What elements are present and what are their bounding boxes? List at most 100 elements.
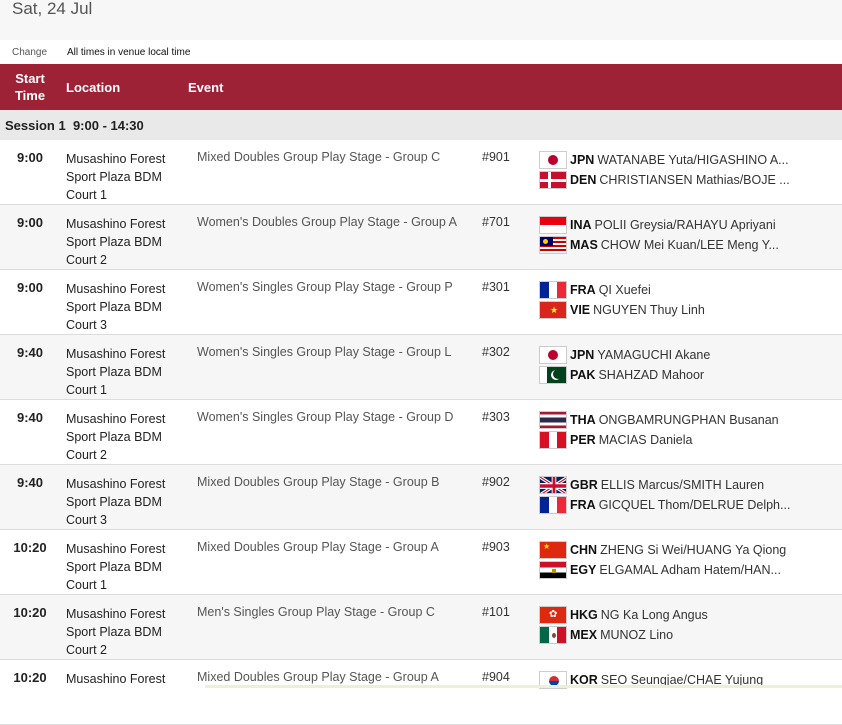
noc-code: PAK [570, 368, 596, 382]
event-code: #901 [482, 150, 510, 164]
location: Musashino Forest Sport Plaza BDM Court 1 [66, 150, 191, 204]
competitors: ★ CHN ZHENG Si Wei/HUANG Ya Qiong EGY EL… [539, 540, 786, 580]
competitor[interactable]: FRA GICQUEL Thom/DELRUE Delph... [539, 495, 790, 515]
session-label: Session 1 [5, 117, 66, 133]
pak-flag-icon [539, 366, 567, 384]
competitor[interactable]: DEN CHRISTIANSEN Mathias/BOJE ... [539, 170, 790, 190]
noc-code: MEX [570, 628, 598, 642]
competitor[interactable]: ★ CHN ZHENG Si Wei/HUANG Ya Qiong [539, 540, 786, 560]
competitors: JPN WATANABE Yuta/HIGASHINO A... DEN CHR… [539, 150, 790, 190]
location: Musashino Forest Sport Plaza BDM Court 2 [66, 215, 191, 269]
location-line-2: Sport Plaza BDM [66, 235, 162, 249]
competitor-name: YAMAGUCHI Akane [597, 348, 711, 362]
competitor[interactable]: INA POLII Greysia/RAHAYU Apriyani [539, 215, 779, 235]
competitor-name: GICQUEL Thom/DELRUE Delph... [598, 498, 791, 512]
noc-code: HKG [570, 608, 598, 622]
fra-flag-icon [539, 496, 567, 514]
competitor[interactable]: MEX MUNOZ Lino [539, 625, 708, 645]
event-name[interactable]: Mixed Doubles Group Play Stage - Group A [197, 540, 439, 554]
event-name[interactable]: Women's Singles Group Play Stage - Group… [197, 345, 451, 359]
location-line-2: Sport Plaza BDM [66, 625, 162, 639]
competitor[interactable]: FRA QI Xuefei [539, 280, 705, 300]
noc-code: THA [570, 413, 596, 427]
competitor-name: MUNOZ Lino [600, 628, 674, 642]
jpn-flag-icon [539, 346, 567, 364]
noc-code: FRA [570, 498, 596, 512]
start-time: 10:20 [13, 540, 47, 555]
event-code: #303 [482, 410, 510, 424]
competitor-name: POLII Greysia/RAHAYU Apriyani [594, 218, 776, 232]
competitor[interactable]: MAS CHOW Mei Kuan/LEE Meng Y... [539, 235, 779, 255]
table-row[interactable]: 10:20 Musashino Forest Sport Plaza BDM C… [0, 530, 842, 595]
location-court: Court 2 [66, 448, 107, 462]
location-court: Court 3 [66, 318, 107, 332]
competitor[interactable]: GBR ELLIS Marcus/SMITH Lauren [539, 475, 790, 495]
competitor-name: NGUYEN Thuy Linh [593, 303, 705, 317]
mas-flag-icon [539, 236, 567, 254]
event-name[interactable]: Women's Doubles Group Play Stage - Group… [197, 215, 457, 229]
location-court: Court 1 [66, 383, 107, 397]
event-name[interactable]: Women's Singles Group Play Stage - Group… [197, 280, 453, 294]
location-line-2: Sport Plaza BDM [66, 430, 162, 444]
event-name[interactable]: Mixed Doubles Group Play Stage - Group A [197, 670, 439, 684]
table-row[interactable]: 9:00 Musashino Forest Sport Plaza BDM Co… [0, 140, 842, 205]
competitors: GBR ELLIS Marcus/SMITH Lauren FRA GICQUE… [539, 475, 790, 515]
location: Musashino Forest Sport Plaza BDM Court 1 [66, 345, 191, 399]
competitor[interactable]: JPN WATANABE Yuta/HIGASHINO A... [539, 150, 790, 170]
location-line-1: Musashino Forest [66, 282, 166, 296]
location-line-1: Musashino Forest [66, 347, 166, 361]
chn-flag-icon: ★ [539, 541, 567, 559]
timezone-note: All times in venue local time [67, 46, 191, 58]
competitor[interactable]: JPN YAMAGUCHI Akane [539, 345, 710, 365]
competitor[interactable]: ✿ HKG NG Ka Long Angus [539, 605, 708, 625]
table-row[interactable]: 10:20 Musashino Forest Mixed Doubles Gro… [0, 660, 842, 725]
header-start-time: Start Time [0, 70, 60, 104]
fra-flag-icon [539, 281, 567, 299]
competitor[interactable]: PAK SHAHZAD Mahoor [539, 365, 710, 385]
location-line-2: Sport Plaza BDM [66, 495, 162, 509]
header-location: Location [66, 79, 121, 95]
competitors: ✿ HKG NG Ka Long Angus MEX MUNOZ Lino [539, 605, 708, 645]
noc-code: FRA [570, 283, 596, 297]
competitors: INA POLII Greysia/RAHAYU Apriyani MAS CH… [539, 215, 779, 255]
competitor[interactable]: PER MACIAS Daniela [539, 430, 779, 450]
location-line-1: Musashino Forest [66, 152, 166, 166]
competitor-name: ELLIS Marcus/SMITH Lauren [600, 478, 765, 492]
start-time: 9:40 [16, 345, 44, 360]
mex-flag-icon [539, 626, 567, 644]
gbr-flag-icon [539, 476, 567, 494]
table-row[interactable]: 10:20 Musashino Forest Sport Plaza BDM C… [0, 595, 842, 660]
location-line-1: Musashino Forest [66, 607, 166, 621]
start-time: 9:40 [16, 410, 44, 425]
location-line-2: Sport Plaza BDM [66, 365, 162, 379]
vie-flag-icon: ★ [539, 301, 567, 319]
table-row[interactable]: 9:40 Musashino Forest Sport Plaza BDM Co… [0, 400, 842, 465]
table-row[interactable]: 9:40 Musashino Forest Sport Plaza BDM Co… [0, 335, 842, 400]
location-court: Court 3 [66, 513, 107, 527]
event-name[interactable]: Women's Singles Group Play Stage - Group… [197, 410, 453, 424]
change-timezone-link[interactable]: Change [0, 47, 67, 58]
noc-code: JPN [570, 348, 595, 362]
noc-code: JPN [570, 153, 595, 167]
hkg-flag-icon: ✿ [539, 606, 567, 624]
competitors: JPN YAMAGUCHI Akane PAK SHAHZAD Mahoor [539, 345, 710, 385]
location-court: Court 2 [66, 253, 107, 267]
noc-code: GBR [570, 478, 598, 492]
competitor[interactable]: THA ONGBAMRUNGPHAN Busanan [539, 410, 779, 430]
event-code: #701 [482, 215, 510, 229]
table-row[interactable]: 9:00 Musashino Forest Sport Plaza BDM Co… [0, 205, 842, 270]
schedule-date: Sat, 24 Jul [12, 0, 93, 18]
location-line-1: Musashino Forest [66, 217, 166, 231]
competitor[interactable]: EGY ELGAMAL Adham Hatem/HAN... [539, 560, 786, 580]
event-name[interactable]: Mixed Doubles Group Play Stage - Group C [197, 150, 440, 164]
competitor-name: WATANABE Yuta/HIGASHINO A... [597, 153, 789, 167]
den-flag-icon [539, 171, 567, 189]
competitor[interactable]: ★ VIE NGUYEN Thuy Linh [539, 300, 705, 320]
competitor-name: QI Xuefei [598, 283, 651, 297]
event-name[interactable]: Mixed Doubles Group Play Stage - Group B [197, 475, 439, 489]
timezone-row: Change All times in venue local time [0, 40, 842, 64]
location-line-2: Sport Plaza BDM [66, 300, 162, 314]
table-row[interactable]: 9:00 Musashino Forest Sport Plaza BDM Co… [0, 270, 842, 335]
event-name[interactable]: Men's Singles Group Play Stage - Group C [197, 605, 435, 619]
table-row[interactable]: 9:40 Musashino Forest Sport Plaza BDM Co… [0, 465, 842, 530]
